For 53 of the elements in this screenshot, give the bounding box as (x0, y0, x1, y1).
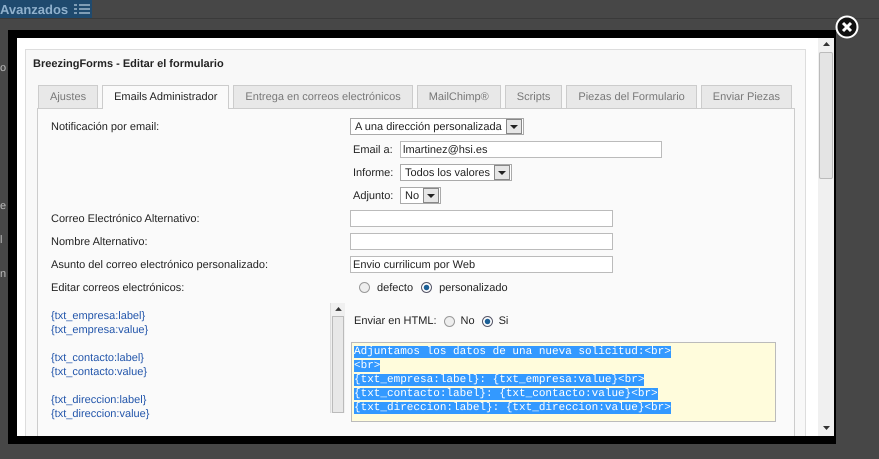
scroll-down-icon (822, 426, 830, 430)
dialog-title: BreezingForms - Editar el formulario (32, 57, 225, 70)
dropdown[interactable]: Todos los valores (400, 164, 512, 181)
field-label: Nombre Alternativo: (51, 236, 149, 248)
input-field[interactable] (350, 210, 613, 227)
radio-button[interactable] (444, 316, 455, 326)
scroll-up-icon (822, 42, 830, 46)
radio-label: personalizado (439, 282, 508, 294)
placeholder-link[interactable]: {txt_contacto:value} (51, 365, 148, 379)
radio-button[interactable] (359, 282, 370, 293)
tab[interactable]: Ajustes (38, 85, 98, 108)
scrollbar[interactable] (818, 38, 834, 436)
radio-label: No (460, 315, 475, 327)
field-label: Notificación por email: (51, 120, 160, 132)
background-text: n (0, 267, 6, 281)
background-text: l (0, 233, 2, 247)
input-field[interactable] (350, 233, 613, 250)
radio-label: Si (498, 315, 508, 327)
field-label: Enviar en HTML: (354, 315, 437, 327)
radio-label: defecto (377, 282, 414, 294)
placeholder-link[interactable]: {txt_empresa:label} (51, 309, 146, 323)
scroll-up-icon (334, 307, 342, 311)
radio-button[interactable] (482, 316, 493, 326)
tab[interactable]: MailChimp® (416, 85, 501, 108)
dropdown[interactable]: No (400, 187, 442, 204)
input-field[interactable]: lmartinez@hsi.es (400, 141, 662, 158)
placeholder-link[interactable]: {txt_contacto:label} (51, 351, 144, 365)
placeholder-link[interactable]: {txt_direccion:label} (51, 393, 146, 407)
dropdown[interactable]: A una dirección personalizada (350, 118, 524, 135)
caret-icon (423, 188, 440, 203)
background-text: e (0, 199, 6, 213)
input-field[interactable]: Envio currilicum por Web (350, 256, 613, 273)
field-label: Editar correos electrónicos: (51, 282, 186, 294)
caret-icon (506, 119, 522, 134)
field-label: Asunto del correo electrónico personalizado: (51, 258, 270, 270)
tab[interactable]: Scripts (504, 85, 562, 108)
header-tab[interactable]: Avanzados (0, 0, 92, 18)
placeholder-link[interactable]: {txt_empresa:value} (51, 323, 148, 337)
close-icon[interactable] (835, 15, 859, 39)
radio-button[interactable] (421, 282, 432, 293)
field-label: Correo Electrónico Alternativo: (51, 212, 201, 224)
tab[interactable]: Piezas del Formulario (566, 85, 697, 108)
list-icon (74, 3, 90, 15)
field-label: Informe: (353, 166, 394, 178)
tab[interactable]: Enviar Piezas (700, 85, 792, 108)
scrollbar[interactable] (330, 303, 345, 413)
field-label: Adjunto: (353, 190, 394, 202)
background-text: o (0, 61, 6, 75)
tab[interactable]: Emails Administrador (102, 85, 230, 109)
tab[interactable]: Entrega en correos electrónicos (233, 85, 413, 108)
placeholder-link[interactable]: {txt_direccion:value} (51, 407, 150, 421)
field-label: Email a: (353, 144, 394, 156)
caret-icon (494, 165, 510, 180)
